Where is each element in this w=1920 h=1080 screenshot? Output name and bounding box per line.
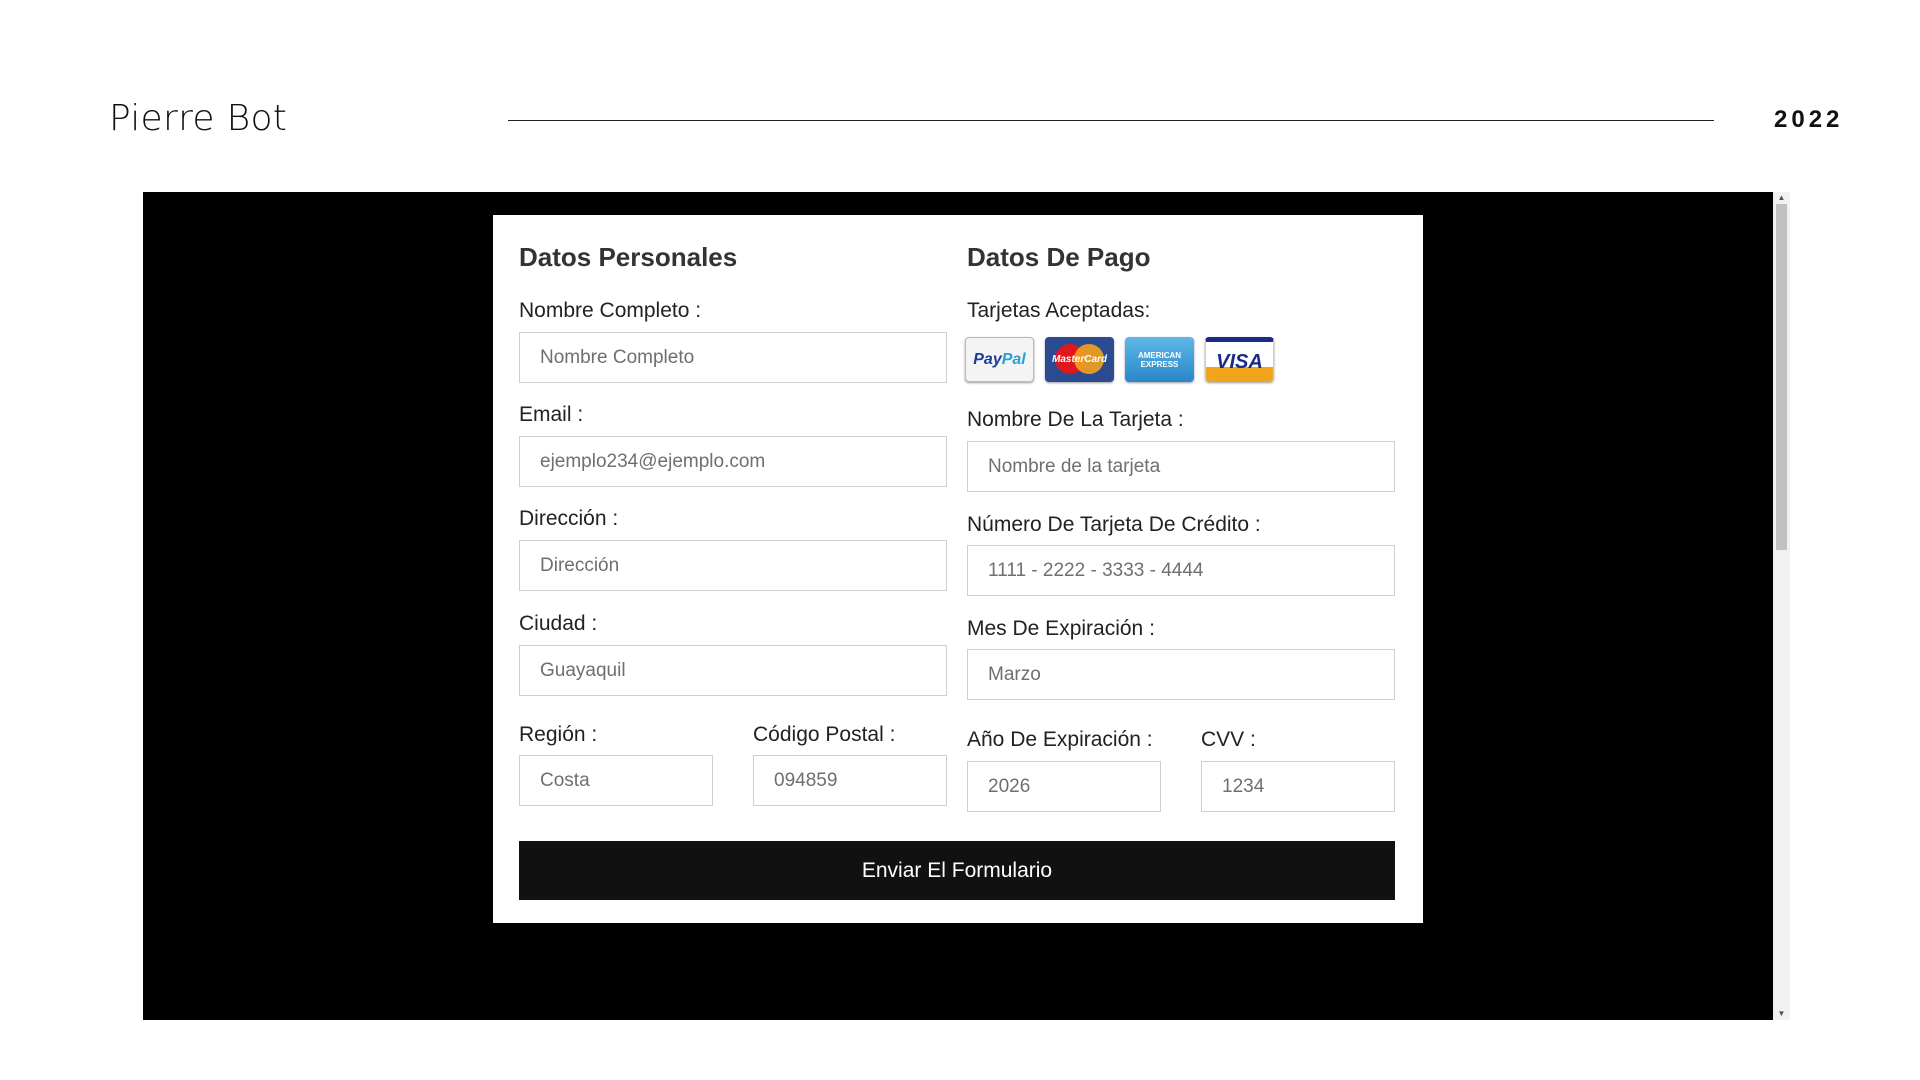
- full-name-input[interactable]: [519, 332, 947, 383]
- full-name-label: Nombre Completo :: [519, 299, 702, 322]
- region-label: Región :: [519, 723, 598, 746]
- scroll-up-arrow-icon[interactable]: ▲: [1773, 192, 1790, 204]
- exp-year-label: Año De Expiración :: [967, 728, 1153, 751]
- mastercard-text: MasterCard: [1051, 354, 1108, 365]
- paypal-icon: Pay Pal: [965, 337, 1034, 382]
- scrollbar-thumb[interactable]: [1776, 204, 1787, 550]
- submit-form-button[interactable]: Enviar El Formulario: [519, 841, 1395, 900]
- header-divider: [508, 120, 1714, 121]
- amex-icon: AMERICAN EXPRESS: [1125, 337, 1194, 382]
- cvv-label: CVV :: [1201, 728, 1256, 751]
- cvv-input[interactable]: [1201, 761, 1395, 812]
- vertical-scrollbar[interactable]: ▲ ▼: [1773, 192, 1790, 1020]
- city-label: Ciudad :: [519, 612, 598, 635]
- exp-year-input[interactable]: [967, 761, 1161, 812]
- card-name-input[interactable]: [967, 441, 1395, 492]
- card-number-input[interactable]: [967, 545, 1395, 596]
- checkout-form: Datos Personales Nombre Completo : Email…: [493, 215, 1423, 923]
- visa-icon: VISA: [1205, 337, 1274, 382]
- paypal-text-pay: Pay: [973, 350, 1002, 368]
- email-input[interactable]: [519, 436, 947, 487]
- payment-data-title: Datos De Pago: [967, 242, 1151, 272]
- visa-text: VISA: [1216, 350, 1263, 373]
- paypal-text-pal: Pal: [1001, 350, 1026, 368]
- mastercard-icon: MasterCard: [1045, 337, 1114, 382]
- exp-month-label: Mes De Expiración :: [967, 617, 1155, 640]
- amex-text-express: EXPRESS: [1140, 359, 1179, 369]
- email-label: Email :: [519, 403, 584, 426]
- slide-year: 2022: [1774, 106, 1844, 133]
- postal-code-input[interactable]: [753, 755, 947, 806]
- accepted-cards-label: Tarjetas Aceptadas:: [967, 299, 1151, 322]
- address-input[interactable]: [519, 540, 947, 591]
- postal-code-label: Código Postal :: [753, 723, 896, 746]
- personal-data-title: Datos Personales: [519, 242, 738, 272]
- exp-month-input[interactable]: [967, 649, 1395, 700]
- accepted-cards-list: Pay Pal MasterCard AMERICAN EXPRESS VISA: [965, 337, 1274, 382]
- card-name-label: Nombre De La Tarjeta :: [967, 408, 1184, 431]
- scroll-down-arrow-icon[interactable]: ▼: [1773, 1008, 1790, 1020]
- address-label: Dirección :: [519, 507, 619, 530]
- city-input[interactable]: [519, 645, 947, 696]
- slide-author: Pierre Bot: [109, 98, 288, 139]
- card-number-label: Número De Tarjeta De Crédito :: [967, 513, 1261, 536]
- amex-text-american: AMERICAN: [1137, 350, 1182, 360]
- region-input[interactable]: [519, 755, 713, 806]
